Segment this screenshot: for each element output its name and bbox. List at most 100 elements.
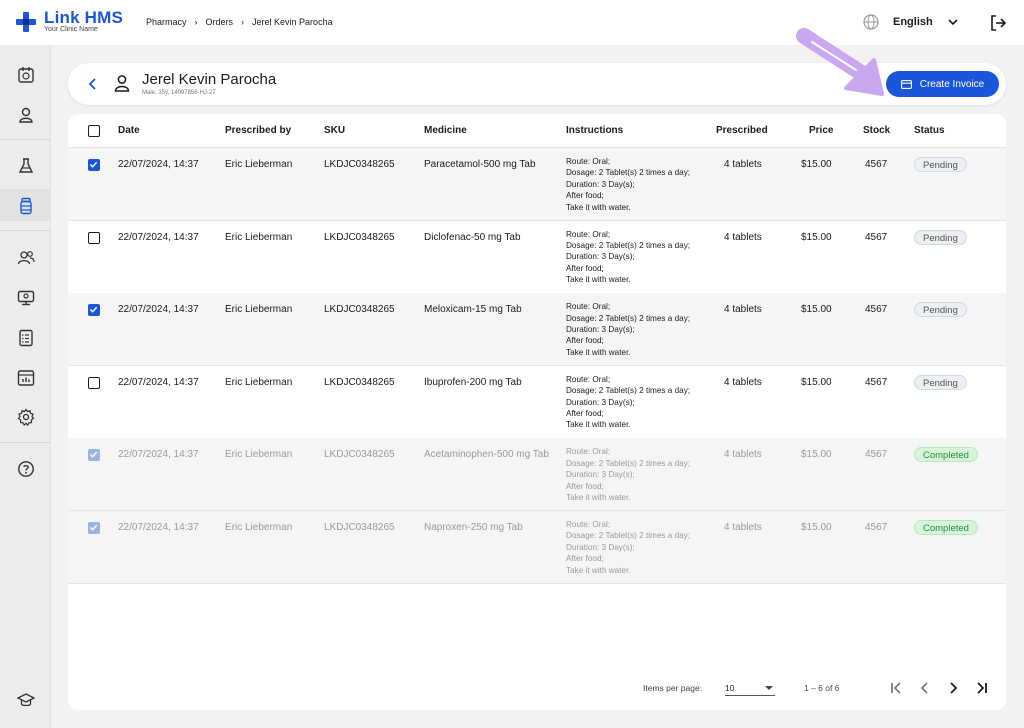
- header-sku[interactable]: SKU: [324, 125, 345, 136]
- last-page-icon[interactable]: [974, 680, 990, 696]
- instruction-line: Dosage: 2 Tablet(s) 2 times a day;: [566, 531, 691, 541]
- cell-sku: LKDJC0348265: [324, 449, 395, 461]
- orders-table: Date Prescribed by SKU Medicine Instruct…: [68, 114, 1006, 710]
- cell-date: 22/07/2024, 14:37: [118, 522, 199, 533]
- header-status[interactable]: Status: [914, 125, 945, 136]
- appointments-icon[interactable]: [16, 65, 35, 84]
- staff-icon[interactable]: [16, 248, 35, 267]
- table-row[interactable]: 22/07/2024, 14:37 Eric Lieberman LKDJC0348…: [68, 438, 1006, 512]
- patient-icon[interactable]: [16, 105, 35, 124]
- instruction-line: Duration: 3 Day(s);: [566, 542, 635, 552]
- select-all-checkbox[interactable]: [88, 125, 100, 137]
- items-per-page-select[interactable]: 10: [725, 680, 775, 696]
- cell-prescribed: 4 tablets: [724, 376, 762, 388]
- instruction-line: Route: Oral;: [566, 447, 611, 457]
- instruction-line: Duration: 3 Day(s);: [566, 325, 635, 334]
- cell-stock: 4567: [865, 304, 888, 316]
- cell-sku: LKDJC0348265: [324, 522, 395, 533]
- header-date[interactable]: Date: [118, 125, 140, 136]
- breadcrumb-separator-icon: ›: [194, 17, 198, 27]
- cell-prescribed-by: Eric Lieberman: [225, 449, 293, 461]
- breadcrumb-orders[interactable]: Orders: [206, 17, 234, 27]
- cell-price: $15.00: [801, 449, 832, 461]
- app-logo[interactable]: Link HMS Your Clinic Name: [16, 8, 124, 34]
- app-name: Link HMS: [44, 8, 124, 27]
- cell-sku: LKDJC0348265: [324, 231, 395, 243]
- pharmacy-icon[interactable]: [16, 196, 35, 215]
- header-prescribed: Prescribed: [716, 125, 768, 136]
- instruction-line: Dosage: 2 Tablet(s) 2 times a day;: [566, 241, 691, 250]
- cell-date: 22/07/2024, 14:37: [118, 159, 199, 170]
- table-row[interactable]: 22/07/2024, 14:37 Eric Lieberman LKDJC0348…: [68, 293, 1006, 367]
- instruction-line: After food;: [566, 554, 604, 564]
- row-checkbox: [88, 449, 100, 462]
- learning-icon[interactable]: [16, 690, 35, 709]
- status-badge: Pending: [914, 374, 967, 390]
- chevron-down-icon: [948, 19, 958, 26]
- items-per-page-label: Items per page:: [643, 683, 703, 693]
- instruction-line: Take it with water.: [566, 420, 631, 430]
- header-stock[interactable]: Stock: [863, 125, 890, 136]
- cell-date: 22/07/2024, 14:37: [118, 449, 199, 461]
- cell-prescribed: 4 tablets: [724, 304, 762, 316]
- next-page-icon[interactable]: [945, 680, 961, 696]
- header-price[interactable]: Price: [809, 125, 833, 136]
- cell-prescribed-by: Eric Lieberman: [225, 304, 293, 316]
- lab-icon[interactable]: [16, 156, 35, 175]
- sidebar: [0, 45, 51, 728]
- logo-icon: [16, 12, 36, 32]
- cell-instructions: Route: Oral; Dosage: 2 Tablet(s) 2 times …: [566, 519, 711, 576]
- table-row[interactable]: 22/07/2024, 14:37 Eric Lieberman LKDJC0348…: [68, 221, 1006, 294]
- cell-medicine: Naproxen-250 mg Tab: [424, 522, 523, 533]
- instruction-line: Route: Oral;: [566, 302, 611, 312]
- cell-medicine: Ibuprofen-200 mg Tab: [424, 376, 522, 388]
- row-checkbox: [88, 522, 100, 534]
- clinic-name: Your Clinic Name: [44, 26, 98, 33]
- analytics-icon[interactable]: [16, 368, 35, 387]
- table-row[interactable]: 22/07/2024, 14:37 Eric Lieberman LKDJC0348…: [68, 148, 1006, 221]
- table-row[interactable]: 22/07/2024, 14:37 Eric Lieberman LKDJC0348…: [68, 366, 1006, 439]
- cell-date: 22/07/2024, 14:37: [118, 376, 199, 388]
- create-invoice-button[interactable]: Create Invoice: [886, 71, 999, 97]
- header-medicine[interactable]: Medicine: [424, 125, 467, 136]
- instruction-line: After food;: [566, 263, 604, 273]
- breadcrumb-separator-icon: ›: [241, 17, 245, 27]
- previous-page-icon[interactable]: [917, 680, 933, 696]
- first-page-icon[interactable]: [888, 680, 904, 696]
- instruction-line: Dosage: 2 Tablet(s) 2 times a day;: [566, 386, 691, 396]
- checkmark-icon: [89, 524, 98, 531]
- table-row[interactable]: 22/07/2024, 14:37 Eric Lieberman LKDJC0348…: [68, 511, 1006, 584]
- instruction-line: Duration: 3 Day(s);: [566, 397, 635, 407]
- row-checkbox[interactable]: [88, 159, 100, 171]
- help-icon[interactable]: [16, 459, 35, 478]
- row-checkbox[interactable]: [88, 304, 100, 317]
- create-invoice-label: Create Invoice: [919, 78, 985, 90]
- instruction-line: Dosage: 2 Tablet(s) 2 times a day;: [566, 313, 691, 323]
- header-prescribed-by[interactable]: Prescribed by: [225, 125, 291, 136]
- checkmark-icon: [89, 306, 98, 313]
- monitor-icon[interactable]: [16, 288, 35, 307]
- annotation-arrow-icon: [796, 28, 884, 96]
- logout-icon[interactable]: [989, 14, 1007, 32]
- patient-name: Jerel Kevin Parocha: [142, 71, 277, 88]
- cell-medicine: Acetaminophen-500 mg Tab: [424, 449, 549, 461]
- breadcrumb-pharmacy[interactable]: Pharmacy: [146, 17, 187, 27]
- cell-date: 22/07/2024, 14:37: [118, 231, 199, 243]
- instruction-line: Duration: 3 Day(s);: [566, 179, 635, 189]
- reports-icon[interactable]: [16, 328, 35, 347]
- cell-price: $15.00: [801, 304, 832, 316]
- language-label: English: [893, 16, 933, 28]
- instruction-line: Route: Oral;: [566, 374, 611, 384]
- row-checkbox[interactable]: [88, 376, 100, 389]
- row-checkbox[interactable]: [88, 231, 100, 244]
- instruction-line: After food;: [566, 336, 604, 346]
- cell-instructions: Route: Oral; Dosage: 2 Tablet(s) 2 times …: [566, 229, 711, 286]
- breadcrumb: Pharmacy › Orders › Jerel Kevin Parocha: [146, 17, 333, 27]
- settings-icon[interactable]: [16, 407, 35, 426]
- cell-sku: LKDJC0348265: [324, 304, 395, 316]
- cell-medicine: Paracetamol-500 mg Tab: [424, 159, 536, 170]
- checkmark-icon: [89, 452, 98, 459]
- card-icon: [900, 79, 912, 89]
- back-arrow-icon[interactable]: [86, 77, 100, 91]
- instruction-line: Route: Oral;: [566, 157, 611, 166]
